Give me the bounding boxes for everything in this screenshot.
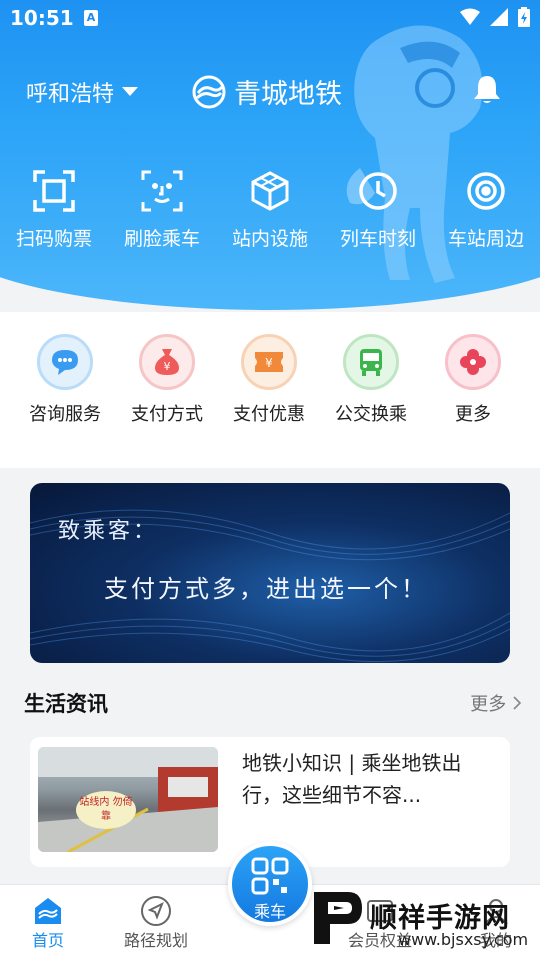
menu-label: 站内设施 [231,228,308,250]
bell-icon [474,76,500,103]
banner-line2: 支付方式多，进出选一个！ [104,575,428,603]
battery-icon [518,7,530,27]
scan-frame-icon [33,170,75,212]
status-icons [460,7,530,27]
status-time: 10:51 [10,6,74,30]
bus-icon [360,349,382,376]
service-menu: 咨询服务 ¥ 支付方式 ¥ 支付优惠 公交换乘 更多 [0,312,540,468]
menu-station-nearby[interactable]: 车站周边 [432,168,540,251]
service-icon-wrap: ¥ [139,334,195,390]
service-more[interactable]: 更多 [422,312,524,468]
nearby-pin-icon [467,172,505,210]
service-consult[interactable]: 咨询服务 [14,312,116,468]
notification-icon: A [84,10,98,26]
city-selector[interactable]: 呼和浩特 [26,76,139,108]
city-name: 呼和浩特 [26,82,115,107]
nav-label: 路径规划 [123,931,188,950]
news-more-link[interactable]: 更多 [470,690,522,716]
menu-face-ride[interactable]: 刷脸乘车 [108,168,216,251]
service-label: 公交换乘 [335,404,407,425]
brand-name: 青城地铁 [234,79,342,110]
coupon-icon: ¥ [255,352,283,372]
navigate-arrow-icon [141,896,171,926]
menu-scan-ticket[interactable]: 扫码购票 [0,168,108,251]
menu-label: 车站周边 [447,228,524,250]
service-icon-wrap: ¥ [241,334,297,390]
news-thumbnail: 站线内 勿倚靠 [38,747,218,852]
news-more-label: 更多 [470,694,507,715]
service-payment-discount[interactable]: ¥ 支付优惠 [218,312,320,468]
menu-label: 刷脸乘车 [123,228,200,250]
service-icon-wrap [343,334,399,390]
svg-text:¥: ¥ [164,360,171,373]
facility-cube-icon [251,171,289,211]
service-label: 更多 [455,404,491,425]
nav-label: 首页 [31,931,64,950]
header [0,0,540,312]
menu-label: 扫码购票 [15,228,92,250]
watermark-url: www.bjsxsy.com [398,930,529,949]
dropdown-triangle-icon [122,87,139,96]
more-flower-icon [460,349,486,375]
metro-logo-icon [192,75,226,108]
home-metro-icon [35,898,61,924]
money-bag-icon: ¥ [155,349,179,375]
signal-icon [490,8,508,26]
news-section-title: 生活资讯 [24,692,108,716]
status-bar: 10:51 A [0,0,540,36]
banner-line1: 致乘客： [58,519,159,544]
menu-station-facility[interactable]: 站内设施 [216,168,324,251]
ride-button[interactable]: 乘车 [228,842,312,926]
wifi-icon [460,8,480,25]
thumb-sticker: 站线内 勿倚靠 [76,791,136,829]
notification-bell-button[interactable] [470,74,504,110]
qr-code-icon [251,857,289,895]
menu-train-schedule[interactable]: 列车时刻 [324,168,432,251]
nav-route-planning[interactable]: 路径规划 [116,895,196,951]
ride-label: 乘车 [253,902,286,921]
news-title: 地铁小知识 | 乘坐地铁出行，这些细节不容... [242,751,462,807]
face-scan-icon [141,170,183,212]
watermark: 顺祥手游网 www.bjsxsy.com [308,888,540,960]
service-icon-wrap [445,334,501,390]
watermark-logo-icon [314,892,362,944]
service-label: 支付优惠 [233,404,305,425]
service-payment-method[interactable]: ¥ 支付方式 [116,312,218,468]
service-label: 咨询服务 [29,404,101,425]
menu-label: 列车时刻 [339,228,416,250]
promo-banner[interactable]: 致乘客： 支付方式多，进出选一个！ [30,483,510,663]
brand-title: 青城地铁 [192,72,342,111]
svg-text:¥: ¥ [265,356,273,370]
nav-home[interactable]: 首页 [20,895,76,951]
primary-menu: 扫码购票 刷脸乘车 站内设施 列车时刻 车站周边 [0,168,540,251]
service-icon-wrap [37,334,93,390]
chevron-right-icon [513,696,522,710]
chat-bubble-icon [52,350,78,375]
service-label: 支付方式 [131,404,203,425]
clock-icon [359,172,397,210]
service-bus-transfer[interactable]: 公交换乘 [320,312,422,468]
